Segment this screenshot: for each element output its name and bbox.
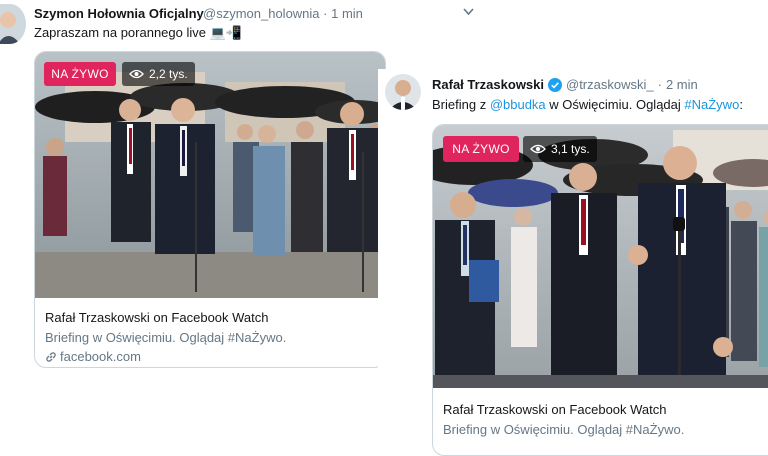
author-line: Rafał Trzaskowski @trzaskowski_ · 2 min bbox=[432, 77, 698, 92]
view-count: 2,2 tys. bbox=[149, 67, 188, 81]
crowd-photo bbox=[35, 52, 385, 298]
eye-icon bbox=[530, 144, 546, 154]
link-card[interactable]: NA ŻYWO 3,1 tys. Rafał Trzaskowski on Fa… bbox=[432, 124, 768, 456]
link-icon bbox=[45, 351, 57, 363]
tweet-time[interactable]: 1 min bbox=[331, 6, 363, 21]
tweet-text: Briefing z @bbudka w Oświęcimiu. Oglądaj… bbox=[432, 97, 743, 112]
time-separator: · bbox=[657, 77, 662, 92]
live-badge: NA ŻYWO bbox=[44, 62, 116, 86]
card-title[interactable]: Rafał Trzaskowski on Facebook Watch bbox=[45, 310, 269, 325]
crowd-photo bbox=[433, 125, 768, 388]
card-description: Briefing w Oświęcimiu. Oglądaj #NaŻywo. bbox=[443, 422, 685, 437]
chevron-down-icon[interactable] bbox=[463, 7, 474, 19]
eye-icon bbox=[129, 69, 144, 79]
author-handle[interactable]: @trzaskowski_ bbox=[566, 77, 654, 92]
view-count-badge: 2,2 tys. bbox=[122, 62, 195, 86]
text-suffix: : bbox=[739, 97, 743, 112]
author-name[interactable]: Szymon Hołownia Oficjalny bbox=[34, 6, 204, 21]
link-card[interactable]: NA ŻYWO 2,2 tys. Rafał Trzaskowski on Fa… bbox=[34, 51, 386, 368]
card-domain[interactable]: facebook.com bbox=[45, 349, 141, 364]
hashtag-link[interactable]: #NaŻywo bbox=[684, 97, 739, 112]
verified-badge-icon bbox=[548, 77, 562, 92]
avatar[interactable] bbox=[385, 74, 421, 110]
author-name[interactable]: Rafał Trzaskowski bbox=[432, 77, 544, 92]
view-count-badge: 3,1 tys. bbox=[523, 136, 597, 162]
video-thumbnail[interactable]: NA ŻYWO 2,2 tys. bbox=[35, 52, 385, 298]
view-count: 3,1 tys. bbox=[551, 142, 590, 156]
live-badge: NA ŻYWO bbox=[443, 136, 519, 162]
video-thumbnail[interactable]: NA ŻYWO 3,1 tys. bbox=[433, 125, 768, 388]
author-handle[interactable]: @szymon_holownia · 1 min bbox=[203, 6, 363, 21]
card-title[interactable]: Rafał Trzaskowski on Facebook Watch bbox=[443, 402, 667, 417]
tweet-emoji: 💻📲 bbox=[209, 25, 242, 40]
tweet-text-content: Zapraszam na porannego live bbox=[34, 25, 206, 40]
text-middle: w Oświęcimiu. Oglądaj bbox=[545, 97, 685, 112]
tweet-text: Zapraszam na porannego live 💻📲 bbox=[34, 25, 242, 41]
time-separator: · bbox=[323, 6, 328, 21]
handle-text[interactable]: @szymon_holownia bbox=[203, 6, 320, 21]
domain-text: facebook.com bbox=[60, 349, 141, 364]
avatar[interactable] bbox=[0, 4, 26, 44]
mention-link[interactable]: @bbudka bbox=[490, 97, 546, 112]
tweet-time[interactable]: 2 min bbox=[666, 77, 698, 92]
text-prefix: Briefing z bbox=[432, 97, 490, 112]
card-description: Briefing w Oświęcimiu. Oglądaj #NaŻywo. bbox=[45, 330, 287, 345]
